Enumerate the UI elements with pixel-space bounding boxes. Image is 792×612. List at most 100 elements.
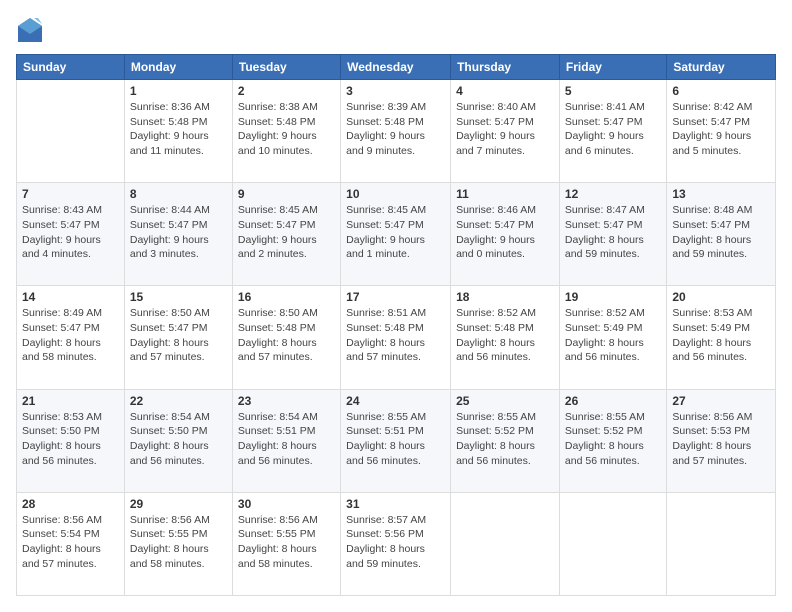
day-cell: 12 Sunrise: 8:47 AMSunset: 5:47 PMDaylig… xyxy=(559,183,666,286)
day-cell: 7 Sunrise: 8:43 AMSunset: 5:47 PMDayligh… xyxy=(17,183,125,286)
day-cell: 16 Sunrise: 8:50 AMSunset: 5:48 PMDaylig… xyxy=(232,286,340,389)
day-detail: Sunrise: 8:54 AMSunset: 5:50 PMDaylight:… xyxy=(130,410,227,469)
day-cell: 14 Sunrise: 8:49 AMSunset: 5:47 PMDaylig… xyxy=(17,286,125,389)
page: SundayMondayTuesdayWednesdayThursdayFrid… xyxy=(0,0,792,612)
weekday-friday: Friday xyxy=(559,55,666,80)
day-detail: Sunrise: 8:52 AMSunset: 5:48 PMDaylight:… xyxy=(456,306,554,365)
day-detail: Sunrise: 8:44 AMSunset: 5:47 PMDaylight:… xyxy=(130,203,227,262)
weekday-wednesday: Wednesday xyxy=(341,55,451,80)
day-cell: 10 Sunrise: 8:45 AMSunset: 5:47 PMDaylig… xyxy=(341,183,451,286)
day-cell: 1 Sunrise: 8:36 AMSunset: 5:48 PMDayligh… xyxy=(124,80,232,183)
day-detail: Sunrise: 8:53 AMSunset: 5:49 PMDaylight:… xyxy=(672,306,770,365)
header xyxy=(16,16,776,44)
day-detail: Sunrise: 8:56 AMSunset: 5:54 PMDaylight:… xyxy=(22,513,119,572)
day-detail: Sunrise: 8:46 AMSunset: 5:47 PMDaylight:… xyxy=(456,203,554,262)
day-number: 24 xyxy=(346,394,445,408)
weekday-thursday: Thursday xyxy=(451,55,560,80)
day-number: 11 xyxy=(456,187,554,201)
week-row-2: 14 Sunrise: 8:49 AMSunset: 5:47 PMDaylig… xyxy=(17,286,776,389)
day-number: 3 xyxy=(346,84,445,98)
day-cell: 21 Sunrise: 8:53 AMSunset: 5:50 PMDaylig… xyxy=(17,389,125,492)
day-number: 4 xyxy=(456,84,554,98)
day-cell: 13 Sunrise: 8:48 AMSunset: 5:47 PMDaylig… xyxy=(667,183,776,286)
weekday-header-row: SundayMondayTuesdayWednesdayThursdayFrid… xyxy=(17,55,776,80)
day-cell: 17 Sunrise: 8:51 AMSunset: 5:48 PMDaylig… xyxy=(341,286,451,389)
day-detail: Sunrise: 8:43 AMSunset: 5:47 PMDaylight:… xyxy=(22,203,119,262)
day-cell: 2 Sunrise: 8:38 AMSunset: 5:48 PMDayligh… xyxy=(232,80,340,183)
day-cell: 27 Sunrise: 8:56 AMSunset: 5:53 PMDaylig… xyxy=(667,389,776,492)
day-detail: Sunrise: 8:49 AMSunset: 5:47 PMDaylight:… xyxy=(22,306,119,365)
day-number: 23 xyxy=(238,394,335,408)
day-detail: Sunrise: 8:50 AMSunset: 5:48 PMDaylight:… xyxy=(238,306,335,365)
day-number: 13 xyxy=(672,187,770,201)
weekday-sunday: Sunday xyxy=(17,55,125,80)
day-number: 29 xyxy=(130,497,227,511)
day-cell: 19 Sunrise: 8:52 AMSunset: 5:49 PMDaylig… xyxy=(559,286,666,389)
logo-icon xyxy=(16,16,44,44)
day-number: 12 xyxy=(565,187,661,201)
day-number: 8 xyxy=(130,187,227,201)
day-cell: 18 Sunrise: 8:52 AMSunset: 5:48 PMDaylig… xyxy=(451,286,560,389)
day-cell: 30 Sunrise: 8:56 AMSunset: 5:55 PMDaylig… xyxy=(232,492,340,595)
day-number: 14 xyxy=(22,290,119,304)
weekday-tuesday: Tuesday xyxy=(232,55,340,80)
week-row-0: 1 Sunrise: 8:36 AMSunset: 5:48 PMDayligh… xyxy=(17,80,776,183)
day-cell: 4 Sunrise: 8:40 AMSunset: 5:47 PMDayligh… xyxy=(451,80,560,183)
weekday-monday: Monday xyxy=(124,55,232,80)
day-cell: 31 Sunrise: 8:57 AMSunset: 5:56 PMDaylig… xyxy=(341,492,451,595)
day-cell xyxy=(451,492,560,595)
day-number: 1 xyxy=(130,84,227,98)
day-detail: Sunrise: 8:55 AMSunset: 5:51 PMDaylight:… xyxy=(346,410,445,469)
day-cell: 6 Sunrise: 8:42 AMSunset: 5:47 PMDayligh… xyxy=(667,80,776,183)
day-cell: 25 Sunrise: 8:55 AMSunset: 5:52 PMDaylig… xyxy=(451,389,560,492)
day-detail: Sunrise: 8:54 AMSunset: 5:51 PMDaylight:… xyxy=(238,410,335,469)
day-number: 19 xyxy=(565,290,661,304)
logo xyxy=(16,16,48,44)
day-number: 26 xyxy=(565,394,661,408)
day-number: 10 xyxy=(346,187,445,201)
week-row-3: 21 Sunrise: 8:53 AMSunset: 5:50 PMDaylig… xyxy=(17,389,776,492)
day-number: 20 xyxy=(672,290,770,304)
day-cell: 5 Sunrise: 8:41 AMSunset: 5:47 PMDayligh… xyxy=(559,80,666,183)
day-number: 18 xyxy=(456,290,554,304)
day-number: 31 xyxy=(346,497,445,511)
day-number: 9 xyxy=(238,187,335,201)
day-detail: Sunrise: 8:45 AMSunset: 5:47 PMDaylight:… xyxy=(346,203,445,262)
day-cell: 11 Sunrise: 8:46 AMSunset: 5:47 PMDaylig… xyxy=(451,183,560,286)
day-cell xyxy=(559,492,666,595)
day-cell: 29 Sunrise: 8:56 AMSunset: 5:55 PMDaylig… xyxy=(124,492,232,595)
day-detail: Sunrise: 8:56 AMSunset: 5:55 PMDaylight:… xyxy=(238,513,335,572)
day-detail: Sunrise: 8:55 AMSunset: 5:52 PMDaylight:… xyxy=(565,410,661,469)
day-cell: 3 Sunrise: 8:39 AMSunset: 5:48 PMDayligh… xyxy=(341,80,451,183)
day-detail: Sunrise: 8:56 AMSunset: 5:53 PMDaylight:… xyxy=(672,410,770,469)
week-row-1: 7 Sunrise: 8:43 AMSunset: 5:47 PMDayligh… xyxy=(17,183,776,286)
day-cell: 24 Sunrise: 8:55 AMSunset: 5:51 PMDaylig… xyxy=(341,389,451,492)
day-number: 17 xyxy=(346,290,445,304)
day-detail: Sunrise: 8:42 AMSunset: 5:47 PMDaylight:… xyxy=(672,100,770,159)
weekday-saturday: Saturday xyxy=(667,55,776,80)
calendar: SundayMondayTuesdayWednesdayThursdayFrid… xyxy=(16,54,776,596)
day-cell: 9 Sunrise: 8:45 AMSunset: 5:47 PMDayligh… xyxy=(232,183,340,286)
day-number: 7 xyxy=(22,187,119,201)
day-detail: Sunrise: 8:38 AMSunset: 5:48 PMDaylight:… xyxy=(238,100,335,159)
day-detail: Sunrise: 8:56 AMSunset: 5:55 PMDaylight:… xyxy=(130,513,227,572)
day-number: 22 xyxy=(130,394,227,408)
day-cell: 8 Sunrise: 8:44 AMSunset: 5:47 PMDayligh… xyxy=(124,183,232,286)
week-row-4: 28 Sunrise: 8:56 AMSunset: 5:54 PMDaylig… xyxy=(17,492,776,595)
day-detail: Sunrise: 8:36 AMSunset: 5:48 PMDaylight:… xyxy=(130,100,227,159)
day-number: 15 xyxy=(130,290,227,304)
day-cell xyxy=(17,80,125,183)
day-number: 27 xyxy=(672,394,770,408)
day-number: 28 xyxy=(22,497,119,511)
day-detail: Sunrise: 8:51 AMSunset: 5:48 PMDaylight:… xyxy=(346,306,445,365)
day-detail: Sunrise: 8:55 AMSunset: 5:52 PMDaylight:… xyxy=(456,410,554,469)
day-detail: Sunrise: 8:57 AMSunset: 5:56 PMDaylight:… xyxy=(346,513,445,572)
day-detail: Sunrise: 8:53 AMSunset: 5:50 PMDaylight:… xyxy=(22,410,119,469)
day-number: 21 xyxy=(22,394,119,408)
day-cell: 22 Sunrise: 8:54 AMSunset: 5:50 PMDaylig… xyxy=(124,389,232,492)
day-detail: Sunrise: 8:47 AMSunset: 5:47 PMDaylight:… xyxy=(565,203,661,262)
day-cell: 15 Sunrise: 8:50 AMSunset: 5:47 PMDaylig… xyxy=(124,286,232,389)
day-cell: 28 Sunrise: 8:56 AMSunset: 5:54 PMDaylig… xyxy=(17,492,125,595)
day-cell xyxy=(667,492,776,595)
day-number: 2 xyxy=(238,84,335,98)
